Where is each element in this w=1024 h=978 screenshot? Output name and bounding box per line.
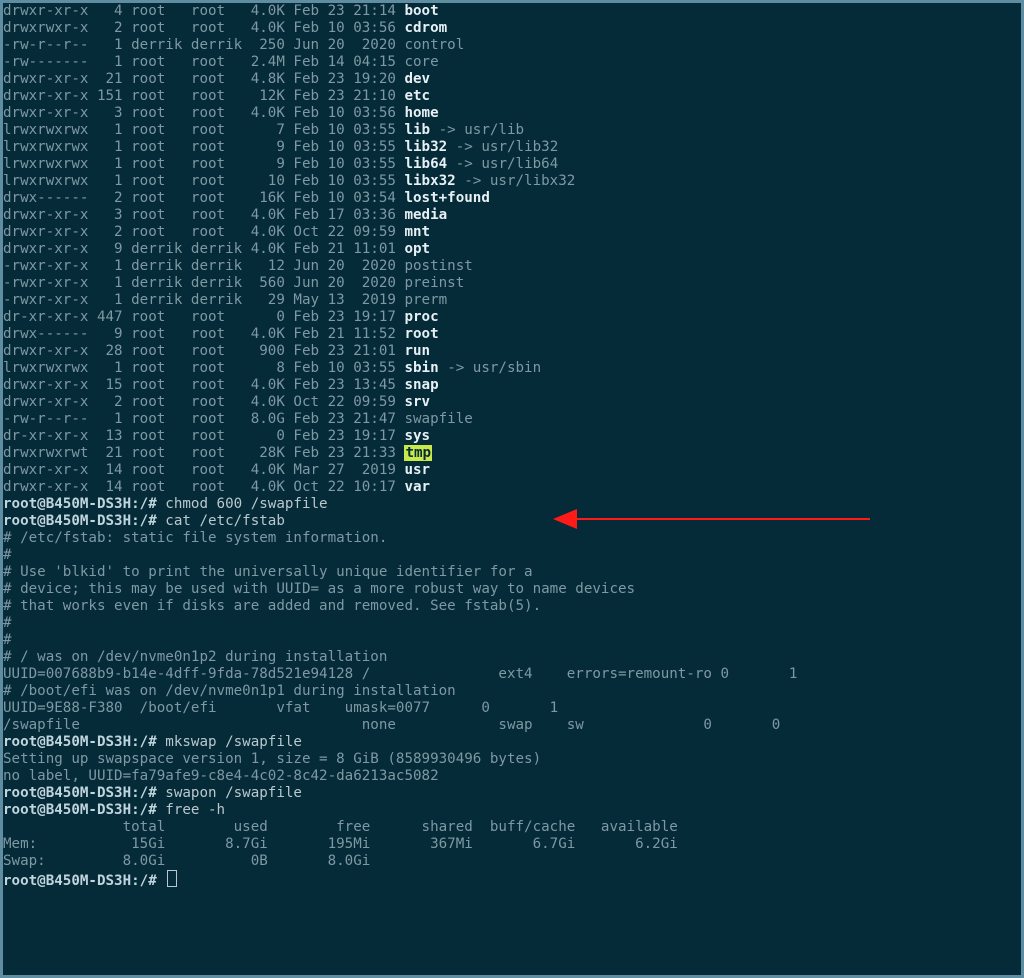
ls-row: drwx------ 9 root root 4.0K Feb 21 11:52… — [3, 326, 1021, 343]
prompt-line[interactable]: root@B450M-DS3H:/# chmod 600 /swapfile — [3, 496, 1021, 513]
file-name: mnt — [404, 224, 430, 240]
file-name: sys — [404, 428, 430, 444]
ls-row: drwxr-xr-x 2 root root 4.0K Oct 22 09:59… — [3, 394, 1021, 411]
file-name: lost+found — [404, 190, 489, 206]
prompt-line[interactable]: root@B450M-DS3H:/# cat /etc/fstab — [3, 513, 1021, 530]
output-line: # /etc/fstab: static file system informa… — [3, 530, 1021, 547]
file-name: libx32 — [404, 173, 455, 189]
file-name: prerm — [404, 292, 447, 308]
output-line: UUID=9E88-F380 /boot/efi vfat umask=0077… — [3, 700, 1021, 717]
file-name: proc — [404, 309, 438, 325]
ls-row: lrwxrwxrwx 1 root root 8 Feb 10 03:55 sb… — [3, 360, 1021, 377]
ls-row: drwxr-xr-x 2 root root 4.0K Oct 22 09:59… — [3, 224, 1021, 241]
output-line: Setting up swapspace version 1, size = 8… — [3, 751, 1021, 768]
ls-row: drwxr-xr-x 3 root root 4.0K Feb 17 03:36… — [3, 207, 1021, 224]
file-name: lib — [404, 122, 430, 138]
ls-row: drwxr-xr-x 9 derrik derrik 4.0K Feb 21 1… — [3, 241, 1021, 258]
file-name: dev — [404, 71, 430, 87]
file-name: postinst — [404, 258, 472, 274]
ls-row: drwxr-xr-x 15 root root 4.0K Feb 23 13:4… — [3, 377, 1021, 394]
output-line: total used free shared buff/cache availa… — [3, 819, 1021, 836]
ls-row: drwxr-xr-x 4 root root 4.0K Feb 23 21:14… — [3, 3, 1021, 20]
output-line: # that works even if disks are added and… — [3, 598, 1021, 615]
ls-row: -rw-r--r-- 1 derrik derrik 250 Jun 20 20… — [3, 37, 1021, 54]
output-line: /swapfile none swap sw 0 0 — [3, 717, 1021, 734]
ls-row: -rw------- 1 root root 2.4M Feb 14 04:15… — [3, 54, 1021, 71]
ls-row: -rw-r--r-- 1 root root 8.0G Feb 23 21:47… — [3, 411, 1021, 428]
ls-row: drwxr-xr-x 151 root root 12K Feb 23 21:1… — [3, 88, 1021, 105]
file-name: lib32 — [404, 139, 447, 155]
file-name: opt — [404, 241, 430, 257]
ls-row: -rwxr-xr-x 1 derrik derrik 12 Jun 20 202… — [3, 258, 1021, 275]
cursor — [167, 870, 177, 887]
file-name: boot — [404, 3, 438, 19]
file-name-highlight: tmp — [404, 445, 432, 461]
ls-row: dr-xr-xr-x 13 root root 0 Feb 23 19:17 s… — [3, 428, 1021, 445]
output-line: # / was on /dev/nvme0n1p2 during install… — [3, 649, 1021, 666]
file-name: control — [404, 37, 464, 53]
prompt-line[interactable]: root@B450M-DS3H:/# swapon /swapfile — [3, 785, 1021, 802]
file-name: srv — [404, 394, 430, 410]
file-name: swapfile — [404, 411, 472, 427]
file-name: snap — [404, 377, 438, 393]
ls-row: drwxr-xr-x 14 root root 4.0K Oct 22 10:1… — [3, 479, 1021, 496]
ls-row: lrwxrwxrwx 1 root root 9 Feb 10 03:55 li… — [3, 156, 1021, 173]
output-line: Mem: 15Gi 8.7Gi 195Mi 367Mi 6.7Gi 6.2Gi — [3, 836, 1021, 853]
ls-row: lrwxrwxrwx 1 root root 9 Feb 10 03:55 li… — [3, 139, 1021, 156]
ls-row: drwxr-xr-x 28 root root 900 Feb 23 21:01… — [3, 343, 1021, 360]
output-line: # — [3, 632, 1021, 649]
ls-row: drwxr-xr-x 21 root root 4.8K Feb 23 19:2… — [3, 71, 1021, 88]
ls-row: drwxrwxr-x 2 root root 4.0K Feb 10 03:56… — [3, 20, 1021, 37]
ls-row: -rwxr-xr-x 1 derrik derrik 560 Jun 20 20… — [3, 275, 1021, 292]
ls-row: lrwxrwxrwx 1 root root 7 Feb 10 03:55 li… — [3, 122, 1021, 139]
output-line: # — [3, 615, 1021, 632]
prompt-line[interactable]: root@B450M-DS3H:/# — [3, 870, 1021, 887]
file-name: usr — [404, 462, 430, 478]
file-name: root — [404, 326, 438, 342]
output-line: # — [3, 547, 1021, 564]
file-name: run — [404, 343, 430, 359]
output-line: # Use 'blkid' to print the universally u… — [3, 564, 1021, 581]
file-name: media — [404, 207, 447, 223]
file-name: var — [404, 479, 430, 495]
output-line: UUID=007688b9-b14e-4dff-9fda-78d521e9412… — [3, 666, 1021, 683]
file-name: lib64 — [404, 156, 447, 172]
output-line: # device; this may be used with UUID= as… — [3, 581, 1021, 598]
file-name: core — [404, 54, 438, 70]
ls-row: drwx------ 2 root root 16K Feb 10 03:54 … — [3, 190, 1021, 207]
output-line: # /boot/efi was on /dev/nvme0n1p1 during… — [3, 683, 1021, 700]
ls-row: drwxr-xr-x 3 root root 4.0K Feb 10 03:56… — [3, 105, 1021, 122]
file-name: cdrom — [404, 20, 447, 36]
prompt-line[interactable]: root@B450M-DS3H:/# free -h — [3, 802, 1021, 819]
ls-row: drwxrwxrwt 21 root root 28K Feb 23 21:33… — [3, 445, 1021, 462]
output-line: no label, UUID=fa79afe9-c8e4-4c02-8c42-d… — [3, 768, 1021, 785]
file-name: etc — [404, 88, 430, 104]
file-name: sbin — [404, 360, 438, 376]
file-name: preinst — [404, 275, 464, 291]
output-line: Swap: 8.0Gi 0B 8.0Gi — [3, 853, 1021, 870]
ls-row: dr-xr-xr-x 447 root root 0 Feb 23 19:17 … — [3, 309, 1021, 326]
ls-row: -rwxr-xr-x 1 derrik derrik 29 May 13 201… — [3, 292, 1021, 309]
ls-row: lrwxrwxrwx 1 root root 10 Feb 10 03:55 l… — [3, 173, 1021, 190]
prompt-line[interactable]: root@B450M-DS3H:/# mkswap /swapfile — [3, 734, 1021, 751]
ls-row: drwxr-xr-x 14 root root 4.0K Mar 27 2019… — [3, 462, 1021, 479]
terminal-window[interactable]: drwxr-xr-x 4 root root 4.0K Feb 23 21:14… — [0, 0, 1024, 978]
file-name: home — [404, 105, 438, 121]
